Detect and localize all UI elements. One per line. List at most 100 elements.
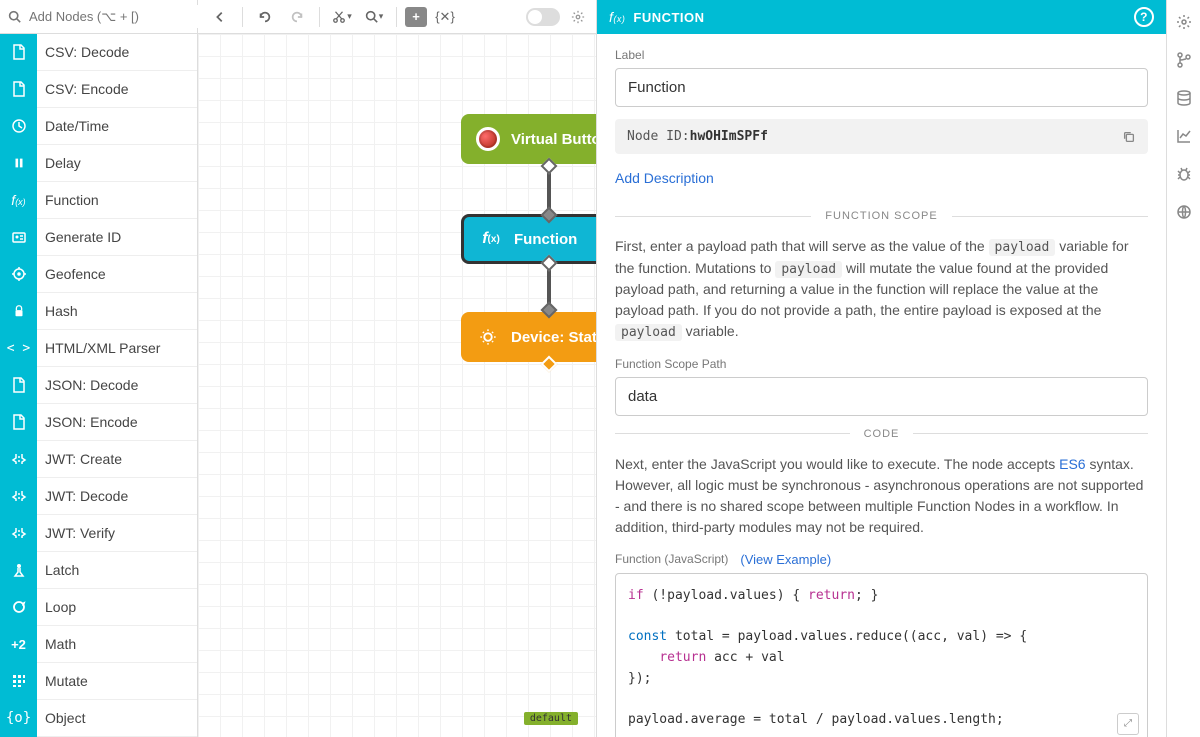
node-item[interactable]: +2Math <box>0 626 197 663</box>
add-button[interactable]: + <box>405 7 427 27</box>
node-item[interactable]: < >HTML/XML Parser <box>0 330 197 367</box>
clock-icon <box>0 108 37 145</box>
back-button[interactable] <box>206 4 234 30</box>
search-icon <box>8 10 21 23</box>
view-example-link[interactable]: (View Example) <box>740 552 831 567</box>
canvas-toolbar: ▾ ▾ + {✕} <box>198 0 596 34</box>
object-icon: {o} <box>0 700 37 737</box>
node-item-label: JWT: Verify <box>37 525 115 541</box>
input-port[interactable] <box>541 207 558 224</box>
inspector-title: FUNCTION <box>633 10 704 25</box>
chart-icon[interactable] <box>1174 126 1194 146</box>
copy-icon[interactable] <box>1122 130 1136 144</box>
workflow-canvas[interactable]: Virtual Button f(x) Function Device: Sta… <box>198 34 596 737</box>
es6-link[interactable]: ES6 <box>1059 456 1085 472</box>
node-item-label: Date/Time <box>37 118 109 134</box>
node-item-label: CSV: Decode <box>37 44 129 60</box>
node-item-label: HTML/XML Parser <box>37 340 160 356</box>
file-icon <box>0 367 37 404</box>
pause-icon <box>0 145 37 182</box>
scope-path-input[interactable] <box>615 377 1148 416</box>
lock-icon <box>0 293 37 330</box>
node-item-label: Latch <box>37 562 79 578</box>
expand-icon[interactable]: ⤢ <box>1117 713 1139 735</box>
scope-section-divider: FUNCTION SCOPE <box>615 210 1148 222</box>
node-item[interactable]: CSV: Encode <box>0 71 197 108</box>
node-item[interactable]: Mutate <box>0 663 197 700</box>
code-icon: < > <box>0 330 37 367</box>
gear-icon[interactable] <box>1174 12 1194 32</box>
node-item-label: Loop <box>37 599 76 615</box>
output-port[interactable] <box>541 158 558 175</box>
undo-button[interactable] <box>251 4 279 30</box>
node-item-label: Object <box>37 710 85 726</box>
jwt-icon <box>0 478 37 515</box>
node-palette: CSV: Decode CSV: Encode Date/Time Delay f(x)… <box>0 0 198 737</box>
brackets-button[interactable]: {✕} <box>431 4 459 30</box>
redo-button[interactable] <box>283 4 311 30</box>
file-icon <box>0 404 37 441</box>
node-title: Function <box>514 231 577 248</box>
bug-icon[interactable] <box>1174 164 1194 184</box>
function-header-icon: f(x) <box>609 9 625 25</box>
toggle-switch[interactable] <box>526 8 560 26</box>
node-item-label: JWT: Decode <box>37 488 128 504</box>
node-item-label: Delay <box>37 155 81 171</box>
device-state-node[interactable]: Device: State <box>461 312 596 362</box>
node-item[interactable]: Generate ID <box>0 219 197 256</box>
canvas-area: ▾ ▾ + {✕} Virtual Button f(x) Function <box>198 0 596 737</box>
inspector-panel: f(x) FUNCTION ? Label Node ID: hwOHImSPF… <box>596 0 1166 737</box>
node-item-label: CSV: Encode <box>37 81 129 97</box>
add-description-link[interactable]: Add Description <box>615 170 714 186</box>
node-item-label: Hash <box>37 303 78 319</box>
node-item[interactable]: Hash <box>0 293 197 330</box>
node-item[interactable]: f(x)Function <box>0 182 197 219</box>
node-item[interactable]: Latch <box>0 552 197 589</box>
cut-button[interactable]: ▾ <box>328 4 356 30</box>
node-item[interactable]: JSON: Encode <box>0 404 197 441</box>
node-item[interactable]: Delay <box>0 145 197 182</box>
output-port[interactable] <box>541 356 558 373</box>
node-item-label: JSON: Encode <box>37 414 138 430</box>
code-description: Next, enter the JavaScript you would lik… <box>615 454 1148 538</box>
node-item-label: Mutate <box>37 673 88 689</box>
math-icon: +2 <box>0 626 37 663</box>
code-editor[interactable]: if (!payload.values) { return; } const t… <box>615 573 1148 737</box>
branch-icon[interactable] <box>1174 50 1194 70</box>
right-icon-rail <box>1166 0 1200 737</box>
node-item[interactable]: {o}Object <box>0 700 197 737</box>
settings-icon[interactable] <box>568 7 588 27</box>
node-item[interactable]: JSON: Decode <box>0 367 197 404</box>
file-icon <box>0 34 37 71</box>
loop-icon <box>0 589 37 626</box>
node-item[interactable]: CSV: Decode <box>0 34 197 71</box>
help-icon[interactable]: ? <box>1134 7 1154 27</box>
inspector-body: Label Node ID: hwOHImSPFf Add Descriptio… <box>597 34 1166 737</box>
input-port[interactable] <box>541 302 558 319</box>
file-icon <box>0 71 37 108</box>
scope-description: First, enter a payload path that will se… <box>615 236 1148 343</box>
scope-path-label: Function Scope Path <box>615 357 1148 371</box>
node-item-label: JSON: Decode <box>37 377 138 393</box>
latch-icon <box>0 552 37 589</box>
node-item[interactable]: JWT: Decode <box>0 478 197 515</box>
node-item[interactable]: Geofence <box>0 256 197 293</box>
output-port[interactable] <box>541 255 558 272</box>
label-input[interactable] <box>615 68 1148 107</box>
function-node[interactable]: f(x) Function <box>461 214 596 264</box>
database-icon[interactable] <box>1174 88 1194 108</box>
label-field-label: Label <box>615 48 1148 62</box>
virtual-button-node[interactable]: Virtual Button <box>461 114 596 164</box>
node-id-box: Node ID: hwOHImSPFf <box>615 119 1148 154</box>
target-icon <box>0 256 37 293</box>
node-item[interactable]: Date/Time <box>0 108 197 145</box>
node-item[interactable]: Loop <box>0 589 197 626</box>
node-search-bar <box>0 0 197 34</box>
zoom-button[interactable]: ▾ <box>360 4 388 30</box>
jwt-icon <box>0 515 37 552</box>
node-search-input[interactable] <box>25 5 209 28</box>
globe-icon[interactable] <box>1174 202 1194 222</box>
node-item[interactable]: JWT: Verify <box>0 515 197 552</box>
inspector-header: f(x) FUNCTION ? <box>597 0 1166 34</box>
node-item[interactable]: JWT: Create <box>0 441 197 478</box>
